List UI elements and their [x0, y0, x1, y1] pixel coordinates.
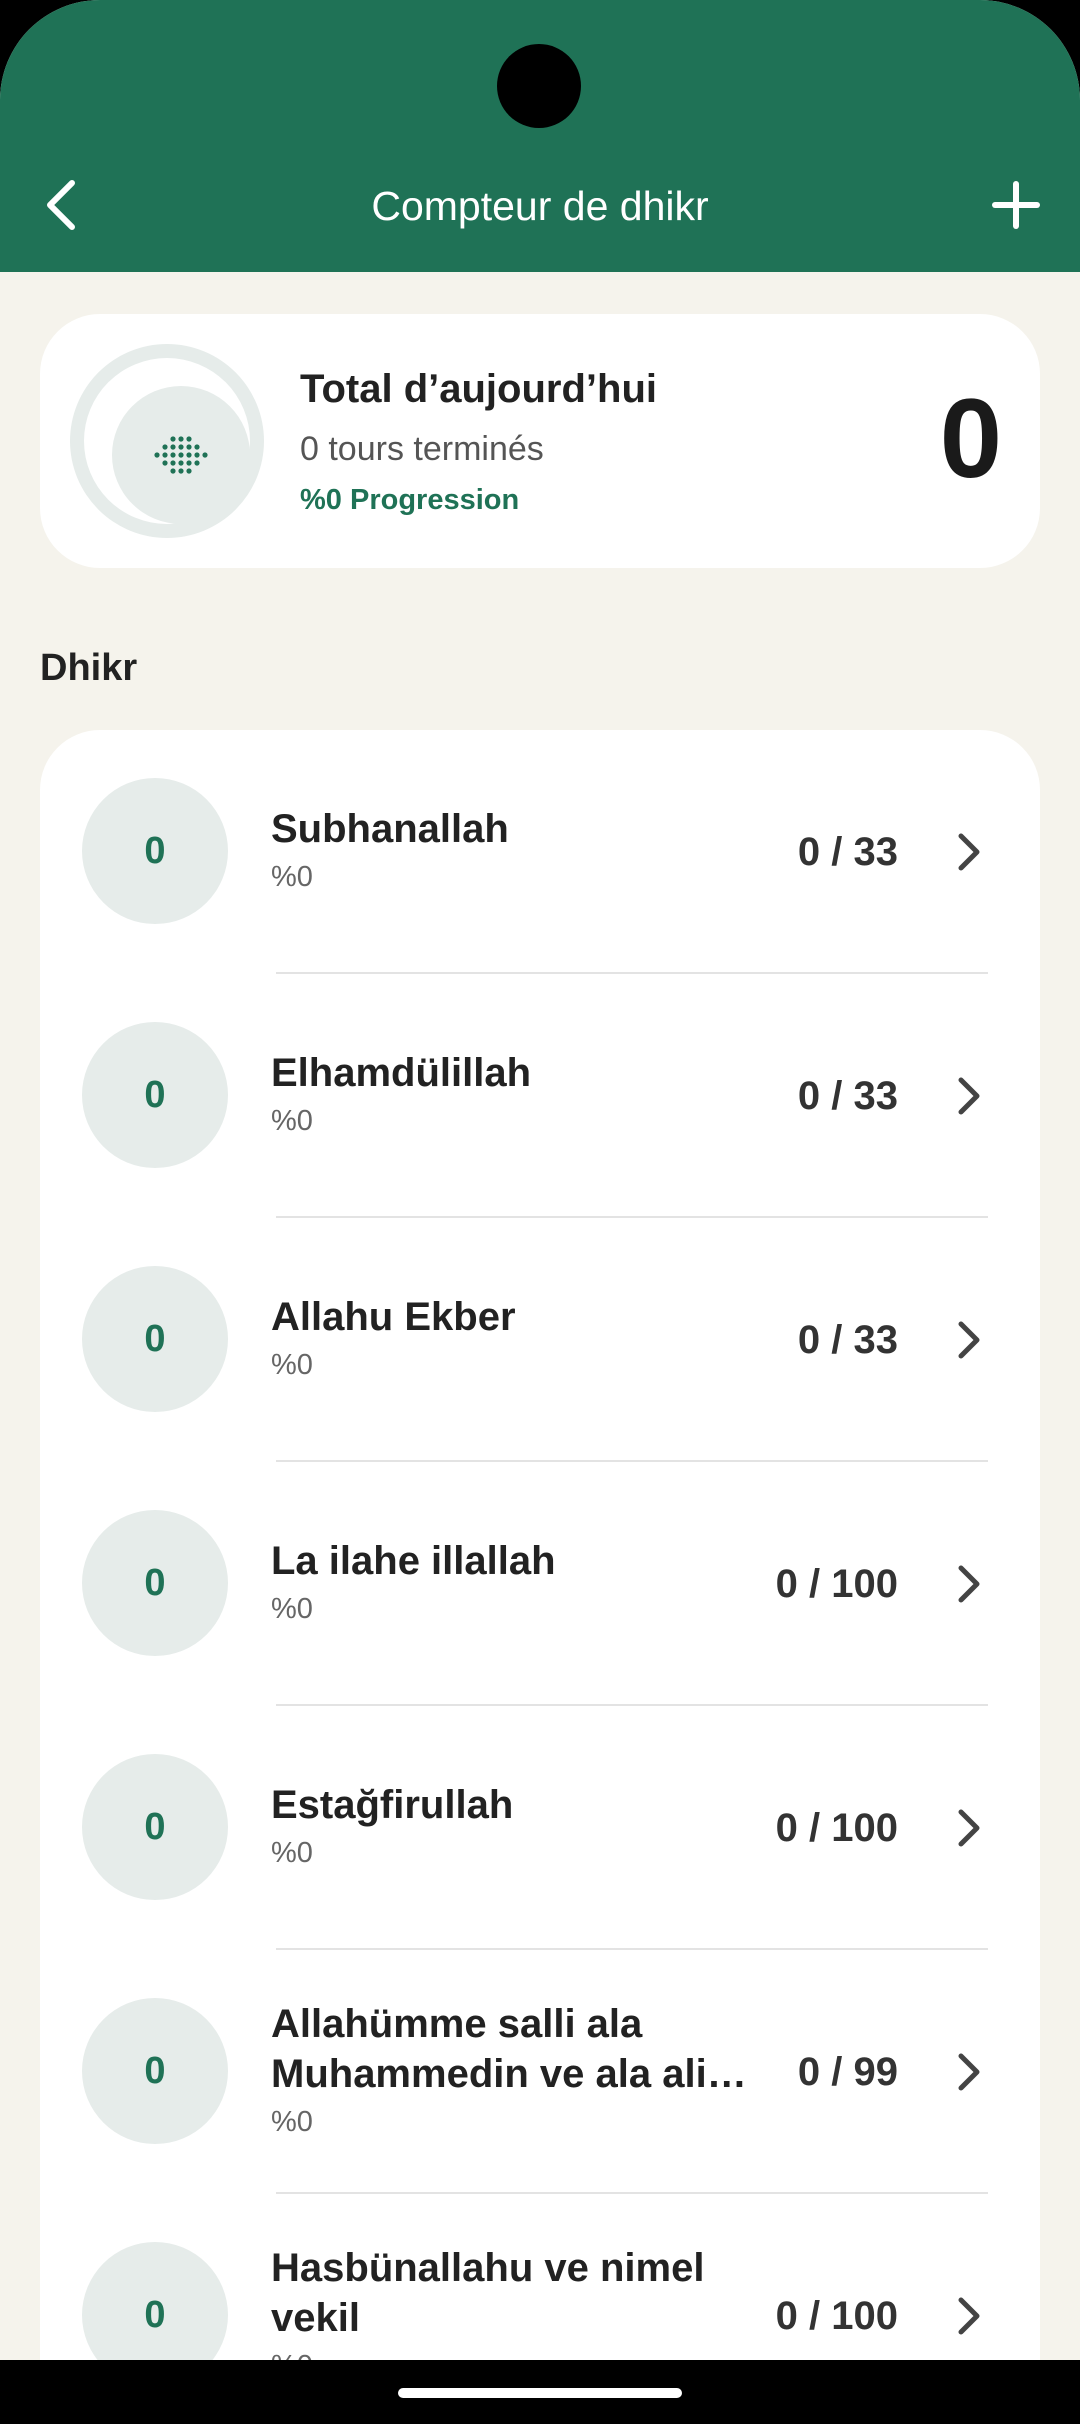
dhikr-count-badge: 0	[82, 778, 228, 924]
chevron-right-icon	[940, 2042, 1000, 2102]
chevron-right-icon	[940, 1554, 1000, 1614]
page-title: Compteur de dhikr	[371, 183, 709, 229]
dhikr-percent: %0	[271, 2343, 801, 2360]
back-button[interactable]	[20, 165, 100, 245]
screen: Compteur de dhikr Total d’aujourd’hui 0 …	[0, 0, 1080, 2360]
dhikr-count-badge: 0	[82, 1754, 228, 1900]
dhikr-row[interactable]: 0 La ilahe illallah %0 0 / 100	[40, 1462, 1040, 1706]
dhikr-name: Elhamdülillah	[271, 1051, 532, 1095]
dhikr-percent: %0	[271, 861, 313, 893]
summary-count: 0	[939, 376, 1002, 501]
dhikr-row[interactable]: 0 Hasbünallahu ve nimel vekil %0 0 / 100	[40, 2194, 1040, 2360]
dhikr-percent: %0	[271, 1593, 313, 1625]
dhikr-name: Subhanallah	[271, 807, 509, 851]
dhikr-row[interactable]: 0 Estağfirullah %0 0 / 100	[40, 1706, 1040, 1950]
dots-grid-icon	[154, 436, 208, 474]
dhikr-row[interactable]: 0 Subhanallah %0 0 / 33	[40, 730, 1040, 974]
dhikr-progress-count: 0 / 33	[797, 829, 898, 874]
chevron-right-icon	[940, 1066, 1000, 1126]
dhikr-progress-count: 0 / 33	[797, 1073, 898, 1118]
dhikr-progress-count: 0 / 99	[797, 2049, 898, 2094]
dhikr-percent: %0	[271, 1837, 313, 1869]
dhikr-count-badge: 0	[82, 1510, 228, 1656]
chevron-right-icon	[940, 1798, 1000, 1858]
camera-cutout	[497, 44, 581, 128]
dhikr-progress-count: 0 / 33	[797, 1317, 898, 1362]
dhikr-percent: %0	[271, 1105, 313, 1137]
dhikr-name: Allahu Ekber	[271, 1295, 516, 1339]
dhikr-name: Hasbünallahu ve nimel vekil	[271, 2246, 705, 2340]
dhikr-name: Estağfirullah	[271, 1783, 514, 1827]
dhikr-row[interactable]: 0 Allahümme salli ala Muhammedin ve ala a…	[40, 1950, 1040, 2194]
summary-progress: %0 Progression	[300, 484, 520, 516]
chevron-right-icon	[940, 822, 1000, 882]
dhikr-percent: %0	[271, 1349, 313, 1381]
summary-subtitle: 0 tours terminés	[300, 430, 544, 468]
dhikr-list: 0 Subhanallah %0 0 / 33 0 Elhamdülillah %0 0 / …	[40, 730, 1040, 2360]
chevron-right-icon	[940, 2286, 1000, 2346]
app-bar: Compteur de dhikr	[0, 0, 1080, 272]
chevron-left-icon	[47, 180, 75, 230]
add-dhikr-button[interactable]	[976, 165, 1056, 245]
dhikr-row[interactable]: 0 Elhamdülillah %0 0 / 33	[40, 974, 1040, 1218]
dhikr-name: Allahümme salli ala Muhammedin ve ala al…	[271, 2002, 707, 2096]
dhikr-row[interactable]: 0 Allahu Ekber %0 0 / 33	[40, 1218, 1040, 1462]
dhikr-count-badge: 0	[82, 1266, 228, 1412]
home-indicator[interactable]	[398, 2388, 682, 2398]
dhikr-percent: %0	[271, 2106, 313, 2138]
dhikr-count-badge: 0	[82, 2242, 228, 2360]
dhikr-progress-count: 0 / 100	[775, 1805, 898, 1850]
plus-icon	[992, 181, 1040, 229]
section-label: Dhikr	[40, 647, 138, 689]
dhikr-name: La ilahe illallah	[271, 1539, 556, 1583]
dhikr-progress-count: 0 / 100	[775, 2293, 898, 2338]
summary-title: Total d’aujourd’hui	[300, 367, 657, 411]
dhikr-count-badge: 0	[82, 1998, 228, 2144]
chevron-right-icon	[940, 1310, 1000, 1370]
dhikr-count-badge: 0	[82, 1022, 228, 1168]
dhikr-progress-count: 0 / 100	[775, 1561, 898, 1606]
progress-ring	[70, 344, 264, 538]
today-summary-card: Total d’aujourd’hui 0 tours terminés %0 …	[40, 314, 1040, 568]
